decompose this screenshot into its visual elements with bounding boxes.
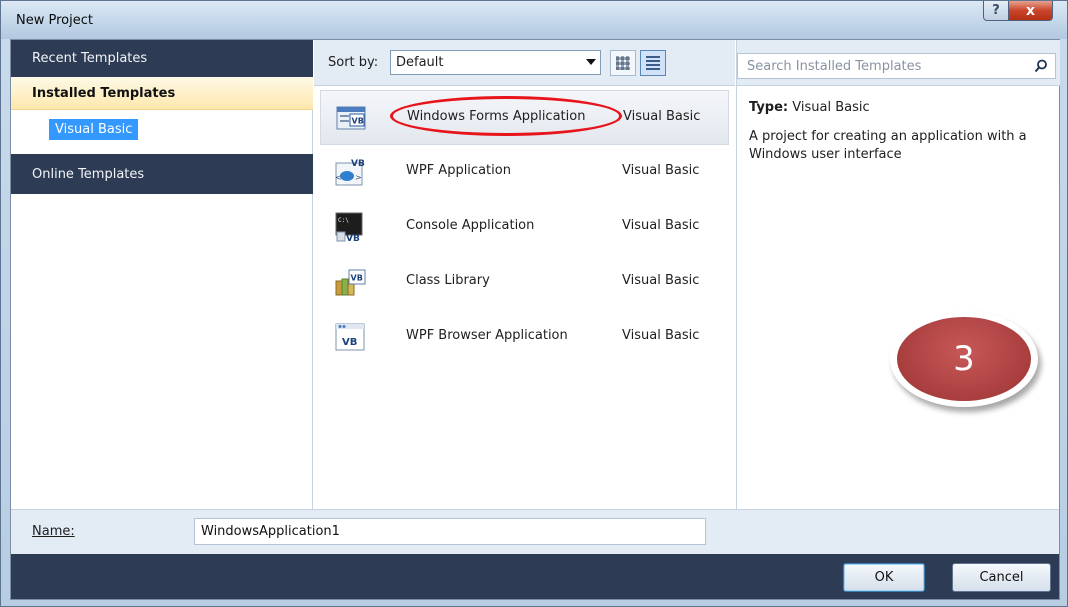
sort-by-label: Sort by: (328, 55, 379, 70)
svg-text:VB: VB (346, 234, 360, 244)
name-label-text: Name: (32, 524, 75, 539)
template-details-pane: Type: Visual Basic A project for creatin… (736, 40, 1060, 509)
class-library-icon: VB (335, 269, 366, 296)
step-number: 3 (897, 317, 1031, 401)
template-name: Class Library (406, 273, 490, 288)
svg-text:C:\: C:\ (338, 217, 349, 224)
dropdown-arrow-icon (586, 59, 596, 65)
template-row-wpf-browser[interactable]: VB WPF Browser Application Visual Basic (320, 310, 729, 365)
nav-recent-templates[interactable]: Recent Templates (11, 40, 313, 77)
template-language: Visual Basic (622, 273, 700, 288)
search-box[interactable] (737, 53, 1056, 79)
console-app-icon: C:\ VB (335, 212, 363, 244)
title-bar[interactable]: New Project ? x (1, 1, 1067, 39)
wpf-app-icon: < > VB (335, 159, 365, 186)
list-view-button[interactable] (640, 50, 666, 76)
template-name: WPF Application (406, 163, 511, 178)
search-input[interactable] (738, 55, 1018, 77)
template-language: Visual Basic (622, 163, 700, 178)
template-name: Windows Forms Application (407, 109, 586, 124)
dialog-client-area: Recent Templates Installed Templates Vis… (10, 39, 1060, 600)
search-bar-area (737, 40, 1060, 86)
search-icon[interactable] (1034, 59, 1048, 73)
wpf-browser-icon: VB (335, 323, 365, 351)
dialog-button-bar: OK Cancel (11, 554, 1059, 599)
nav-online-templates[interactable]: Online Templates (11, 154, 313, 194)
grid-view-icon (616, 56, 630, 70)
close-button[interactable]: x (1009, 1, 1053, 21)
svg-text:VB: VB (351, 159, 365, 169)
type-value: Visual Basic (792, 100, 870, 115)
cancel-button[interactable]: Cancel (952, 563, 1051, 592)
windows-forms-icon: VB (336, 106, 366, 130)
ok-button[interactable]: OK (843, 563, 925, 592)
template-name: WPF Browser Application (406, 328, 568, 343)
template-description: A project for creating an application wi… (749, 129, 1027, 162)
sort-toolbar: Sort by: Default (314, 40, 735, 86)
template-row-wpf[interactable]: < > VB WPF Application Visual Basic (320, 145, 729, 200)
svg-text:VB: VB (352, 117, 364, 126)
template-name: Console Application (406, 218, 535, 233)
type-label: Type: (749, 100, 789, 115)
nav-item-visual-basic[interactable]: Visual Basic (49, 119, 139, 140)
template-row-class-library[interactable]: VB Class Library Visual Basic (320, 255, 729, 310)
svg-text:>: > (355, 173, 362, 182)
help-button[interactable]: ? (983, 1, 1009, 21)
name-label: Name: (32, 524, 75, 539)
step-badge: 3 (890, 311, 1038, 407)
template-list-pane: Sort by: Default VB Windows Forms Applic… (314, 40, 735, 509)
project-name-input[interactable] (194, 518, 706, 545)
template-type: Type: Visual Basic (749, 100, 870, 115)
svg-text:<: < (335, 173, 342, 182)
sort-by-dropdown[interactable]: Default (390, 50, 601, 75)
template-row-windows-forms[interactable]: VB Windows Forms Application Visual Basi… (320, 90, 729, 145)
list-view-icon (646, 56, 660, 70)
title-bar-buttons: ? x (983, 1, 1053, 21)
sort-by-value: Default (396, 55, 444, 70)
template-language: Visual Basic (623, 109, 701, 124)
nav-installed-templates[interactable]: Installed Templates (11, 77, 313, 110)
template-row-console[interactable]: C:\ VB Console Application Visual Basic (320, 200, 729, 255)
project-name-row: Name: (11, 509, 1059, 554)
template-language: Visual Basic (622, 328, 700, 343)
template-language: Visual Basic (622, 218, 700, 233)
dialog-window: New Project ? x Recent Templates Install… (0, 0, 1068, 607)
svg-text:VB: VB (342, 337, 357, 348)
svg-text:VB: VB (351, 274, 363, 283)
template-navigation: Recent Templates Installed Templates Vis… (11, 40, 313, 509)
large-icons-view-button[interactable] (610, 50, 636, 76)
window-title: New Project (16, 13, 93, 28)
